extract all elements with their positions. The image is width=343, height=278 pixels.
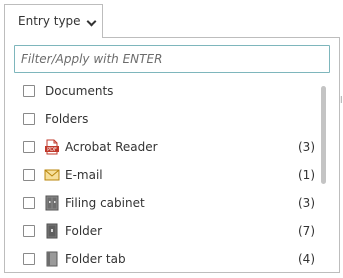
item-label: Folder [65,224,103,238]
checkbox[interactable] [23,225,35,237]
list-item-documents[interactable]: Documents [5,78,325,106]
item-count: (1) [298,168,315,182]
pdf-icon: PDF [45,139,59,155]
item-label: Filing cabinet [65,196,145,210]
checkbox[interactable] [23,85,35,97]
item-count: (3) [298,140,315,154]
filing-cabinet-icon [45,195,59,211]
scrollbar-thumb[interactable] [321,86,326,184]
item-label: Folders [45,112,89,126]
checkbox[interactable] [23,197,35,209]
checkbox[interactable] [23,169,35,181]
item-count: (4) [298,252,315,266]
svg-text:PDF: PDF [47,147,57,153]
folder-icon [46,223,58,239]
list-item-folder[interactable]: Folder (7) [5,218,325,246]
item-count: (3) [298,196,315,210]
list-item-folders[interactable]: Folders [5,106,325,134]
item-count: (7) [298,224,315,238]
envelope-icon [44,169,60,181]
item-label: E-mail [65,168,103,182]
entry-type-dropdown-tab[interactable]: Entry type [4,4,103,38]
entry-type-filter-panel: Documents Folders PDF Acrobat Reader (3) [4,37,340,273]
filter-input[interactable] [14,45,330,73]
item-label: Acrobat Reader [65,140,158,154]
list-item-acrobat-reader[interactable]: PDF Acrobat Reader (3) [5,134,325,162]
item-label: Documents [45,84,114,98]
entry-type-label: Entry type [18,14,81,28]
folder-tab-icon [46,251,58,267]
chevron-down-icon[interactable] [86,16,97,27]
checkbox[interactable] [23,113,35,125]
list-item-email[interactable]: E-mail (1) [5,162,325,190]
list-item-folder-tab[interactable]: Folder tab (4) [5,246,325,272]
checkbox[interactable] [23,141,35,153]
list-item-filing-cabinet[interactable]: Filing cabinet (3) [5,190,325,218]
item-label: Folder tab [65,252,126,266]
checkbox[interactable] [23,253,35,265]
